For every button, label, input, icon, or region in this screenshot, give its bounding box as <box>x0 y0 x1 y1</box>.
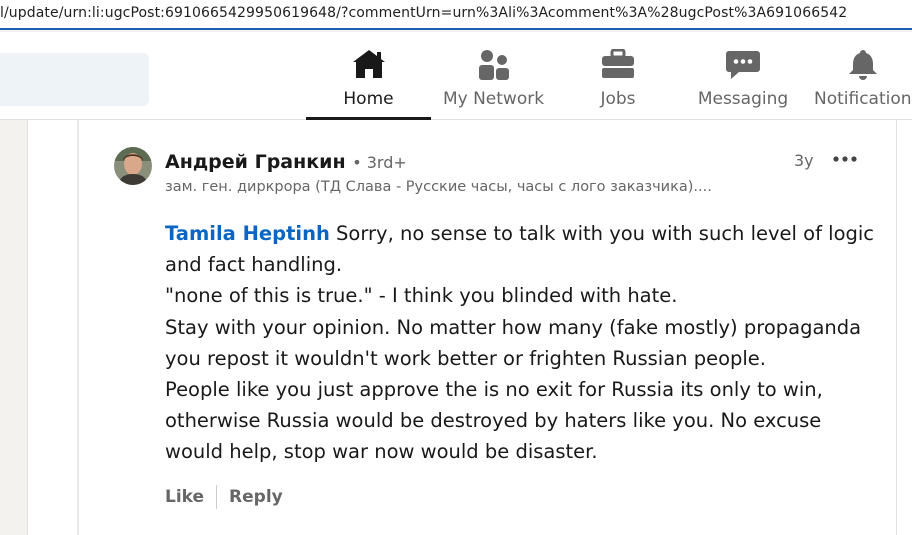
bell-icon <box>847 49 879 85</box>
nav-notifications-label: Notification <box>814 89 912 109</box>
nav-my-network[interactable]: My Network <box>436 32 551 120</box>
reply-button[interactable]: Reply <box>229 487 283 507</box>
nav-jobs[interactable]: Jobs <box>570 32 666 120</box>
message-icon <box>725 49 761 85</box>
comment-line: otherwise Russia would be destroyed by h… <box>165 409 822 433</box>
author-name-line: Андрей Гранкин • 3rd+ <box>165 151 407 173</box>
author-avatar[interactable] <box>114 147 152 185</box>
comment-line: "none of this is true." - I think you bl… <box>165 284 678 308</box>
comment-line: and fact handling. <box>165 253 343 277</box>
comment-actions: Like Reply <box>165 484 283 510</box>
author-name[interactable]: Андрей Гранкин <box>165 151 346 173</box>
comment-line: would help, stop war now would be disast… <box>165 440 598 464</box>
nav-home-label: Home <box>343 89 394 109</box>
author-headline: зам. ген. диркрора (ТД Слава - Русские ч… <box>165 179 712 195</box>
top-nav: Home My Network Jobs Messaging Notificat… <box>0 32 912 120</box>
like-button[interactable]: Like <box>165 487 204 507</box>
briefcase-icon <box>601 48 635 83</box>
comment-timestamp: 3y <box>794 151 814 170</box>
thread-line <box>77 120 79 535</box>
connection-degree: • 3rd+ <box>352 153 407 172</box>
mention-link[interactable]: Tamila Heptinh <box>165 222 330 245</box>
nav-home[interactable]: Home <box>306 32 431 120</box>
address-bar[interactable]: l/update/urn:li:ugcPost:6910665429950619… <box>0 0 912 30</box>
comment-line: you repost it wouldn't work better or fr… <box>165 346 767 370</box>
nav-messaging[interactable]: Messaging <box>690 32 796 120</box>
home-icon <box>352 49 386 83</box>
nav-notifications[interactable]: Notification <box>814 32 912 120</box>
nav-jobs-label: Jobs <box>600 89 636 109</box>
comment-line: Tamila Heptinh Sorry, no sense to talk w… <box>165 218 875 249</box>
comment-line: People like you just approve the is no e… <box>165 378 823 402</box>
url-text[interactable]: l/update/urn:li:ugcPost:6910665429950619… <box>0 5 847 21</box>
nav-my-network-label: My Network <box>442 89 545 109</box>
comment-line: Stay with your opinion. No matter how ma… <box>165 315 862 339</box>
comment-body: Tamila Heptinh Sorry, no sense to talk w… <box>165 218 875 468</box>
nav-messaging-label: Messaging <box>697 89 789 109</box>
action-divider <box>216 485 218 509</box>
comment-line-text: Sorry, no sense to talk with you with su… <box>329 222 875 245</box>
search-input[interactable] <box>0 53 149 106</box>
more-options-icon[interactable] <box>832 149 858 169</box>
my-network-icon <box>477 49 511 85</box>
